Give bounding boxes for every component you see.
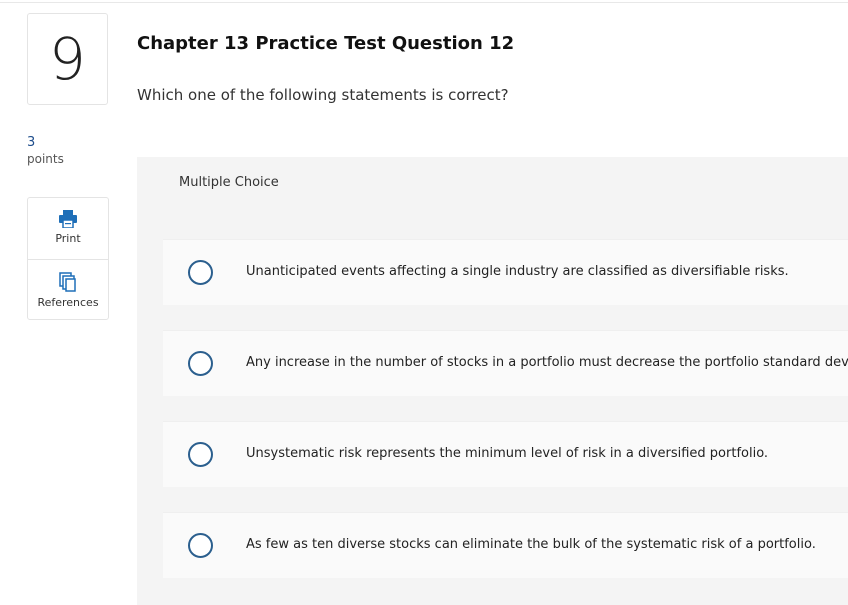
points-label: points	[27, 152, 64, 166]
print-button[interactable]: Print	[28, 198, 108, 259]
references-label: References	[37, 296, 99, 309]
question-tools: Print References	[27, 197, 109, 320]
printer-icon	[59, 210, 77, 228]
choice-option-3[interactable]: Unsystematic risk represents the minimum…	[163, 421, 848, 487]
question-type-label: Multiple Choice	[179, 175, 279, 190]
choice-text: Unsystematic risk represents the minimum…	[246, 446, 769, 461]
question-number: 9	[27, 13, 108, 105]
choice-text: Any increase in the number of stocks in …	[246, 355, 848, 370]
choice-text: Unanticipated events affecting a single …	[246, 264, 789, 279]
radio-button[interactable]	[188, 351, 213, 376]
print-label: Print	[55, 232, 81, 245]
multiple-choice-panel: Multiple Choice Unanticipated events aff…	[137, 157, 848, 605]
top-divider	[0, 2, 848, 3]
points-value: 3	[27, 135, 36, 150]
references-button[interactable]: References	[28, 259, 108, 321]
choice-option-4[interactable]: As few as ten diverse stocks can elimina…	[163, 512, 848, 578]
choice-option-1[interactable]: Unanticipated events affecting a single …	[163, 239, 848, 305]
radio-button[interactable]	[188, 260, 213, 285]
radio-button[interactable]	[188, 533, 213, 558]
question-prompt: Which one of the following statements is…	[137, 86, 509, 104]
copy-pages-icon	[59, 272, 76, 292]
radio-button[interactable]	[188, 442, 213, 467]
choice-text: As few as ten diverse stocks can elimina…	[246, 537, 816, 552]
choice-option-2[interactable]: Any increase in the number of stocks in …	[163, 330, 848, 396]
question-title: Chapter 13 Practice Test Question 12	[137, 33, 515, 54]
